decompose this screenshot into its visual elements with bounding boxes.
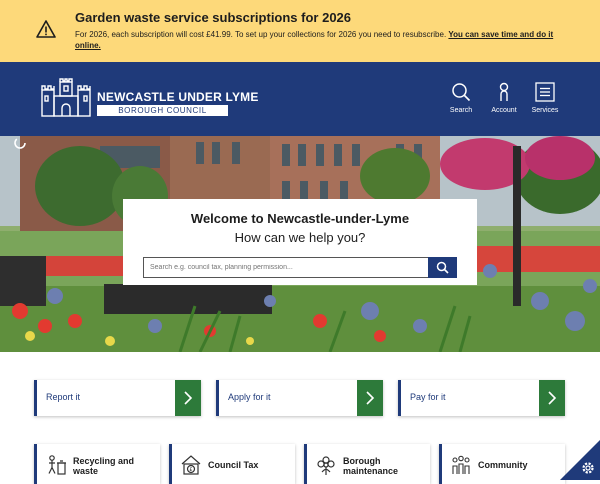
header-account-button[interactable]: Account	[484, 82, 524, 114]
alert-banner: Garden waste service subscriptions for 2…	[0, 0, 600, 62]
alert-body-text: For 2026, each subscription will cost £4…	[75, 30, 447, 39]
service-tile-council-tax[interactable]: £ Council Tax	[169, 444, 295, 484]
maintenance-icon	[317, 456, 335, 475]
apply-for-it-arrow-button[interactable]	[357, 380, 383, 416]
site-header: NEWCASTLE UNDER LYME BOROUGH COUNCIL Sea…	[0, 62, 600, 136]
service-tile-recycling[interactable]: Recycling and waste	[34, 444, 160, 484]
council-logo[interactable]: NEWCASTLE UNDER LYME BOROUGH COUNCIL	[40, 78, 258, 118]
menu-icon	[535, 82, 555, 102]
header-services-label: Services	[531, 107, 559, 114]
report-it-card[interactable]: Report it	[34, 380, 201, 416]
apply-for-it-card[interactable]: Apply for it	[216, 380, 383, 416]
logo-subtitle: BOROUGH COUNCIL	[97, 105, 228, 116]
alert-body: For 2026, each subscription will cost £4…	[75, 29, 560, 51]
pay-for-it-label: Pay for it	[410, 392, 446, 402]
service-label-borough-maintenance: Borough maintenance	[343, 456, 399, 476]
svg-text:£: £	[189, 467, 192, 473]
recycling-icon	[48, 455, 66, 475]
service-tile-community[interactable]: Community	[439, 444, 565, 484]
community-icon	[452, 455, 470, 474]
hero-subheading: How can we help you?	[234, 230, 366, 245]
hero-search-card: Welcome to Newcastle-under-Lyme How can …	[123, 199, 477, 285]
header-services-button[interactable]: Services	[525, 82, 565, 114]
report-it-label: Report it	[46, 392, 81, 402]
service-label-council-tax: Council Tax	[208, 460, 259, 470]
service-label-community: Community	[478, 460, 528, 470]
warning-icon	[36, 20, 56, 38]
account-icon	[499, 82, 509, 101]
site-search-button[interactable]	[428, 257, 457, 278]
header-search-label: Search	[449, 107, 473, 114]
chevron-right-icon	[366, 391, 375, 405]
service-tile-borough-maintenance[interactable]: Borough maintenance	[304, 444, 430, 484]
hero-heading: Welcome to Newcastle-under-Lyme	[190, 211, 410, 226]
site-search-input[interactable]	[143, 257, 429, 278]
header-account-label: Account	[491, 107, 517, 114]
pay-for-it-card[interactable]: Pay for it	[398, 380, 565, 416]
header-search-button[interactable]: Search	[441, 82, 481, 114]
chevron-right-icon	[184, 391, 193, 405]
pay-for-it-arrow-button[interactable]	[539, 380, 565, 416]
council-tax-icon: £	[181, 455, 201, 475]
report-it-arrow-button[interactable]	[175, 380, 201, 416]
search-icon	[452, 83, 471, 102]
service-label-recycling: Recycling and waste	[73, 456, 135, 476]
castle-icon	[41, 78, 91, 117]
search-icon	[436, 261, 449, 274]
alert-title: Garden waste service subscriptions for 2…	[75, 10, 352, 25]
apply-for-it-label: Apply for it	[228, 392, 271, 402]
cookie-settings-button[interactable]	[560, 440, 600, 480]
logo-name: NEWCASTLE UNDER LYME	[97, 90, 259, 104]
hero-banner: Welcome to Newcastle-under-Lyme How can …	[0, 136, 600, 352]
chevron-right-icon	[548, 391, 557, 405]
